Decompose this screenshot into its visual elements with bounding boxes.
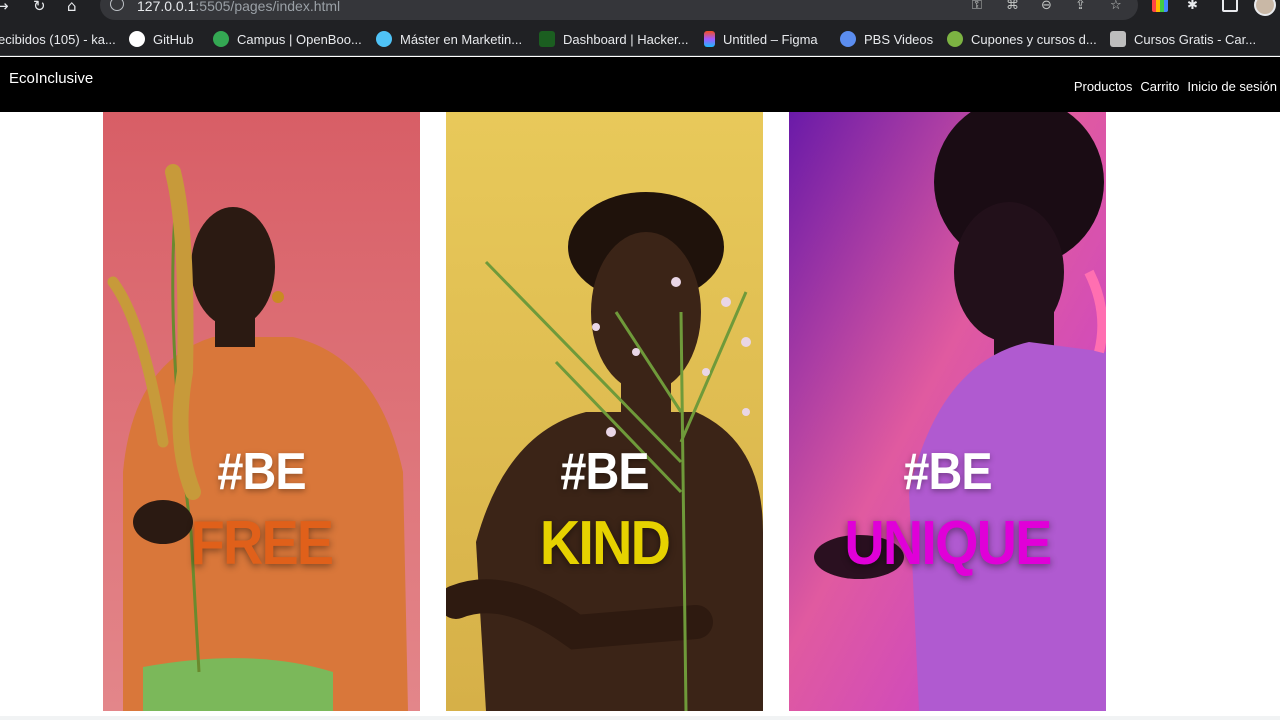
reload-icon[interactable]: ↻ — [33, 0, 46, 14]
campus-icon — [213, 31, 229, 47]
nav-productos[interactable]: Productos — [1074, 79, 1133, 94]
be-free-card[interactable]: #BE FREE — [103, 112, 420, 711]
zoom-out-icon[interactable]: ⊖ — [1041, 0, 1052, 13]
bookmark-item[interactable]: Cursos Gratis - Car... — [1110, 30, 1256, 48]
cupones-icon — [947, 31, 963, 47]
key-icon[interactable]: ⚿ — [972, 0, 982, 13]
bookmark-star-icon[interactable]: ☆ — [1110, 0, 1122, 13]
translate-icon[interactable]: ⌘ — [1006, 0, 1019, 13]
github-icon — [129, 31, 145, 47]
extension-color-icon[interactable] — [1152, 0, 1168, 12]
be-kind-image — [446, 112, 763, 711]
slogan-kind: KIND — [539, 509, 671, 578]
url-text[interactable]: 127.0.0.1:5505/pages/index.html — [137, 0, 340, 14]
page-bottom-edge — [0, 716, 1280, 720]
figma-icon — [704, 31, 715, 47]
site-header: EcoInclusive Productos Carrito Inicio de… — [0, 57, 1280, 112]
nav-inicio-sesion[interactable]: Inicio de sesión — [1187, 79, 1277, 94]
hashtag-be: #BE — [560, 443, 649, 501]
home-icon[interactable]: ⌂ — [67, 0, 77, 14]
bookmarks-bar: ecibidos (105) - ka... GitHub Campus | O… — [0, 22, 1280, 56]
profile-avatar[interactable] — [1254, 0, 1276, 16]
slogan-unique: UNIQUE — [844, 509, 1052, 578]
be-unique-image — [789, 112, 1106, 711]
slogan-free: FREE — [190, 509, 334, 578]
hashtag-be: #BE — [217, 443, 306, 501]
bookmark-item[interactable]: Dashboard | Hacker... — [539, 30, 689, 48]
extensions-puzzle-icon[interactable]: ✱ — [1187, 0, 1198, 13]
back-arrow-icon[interactable]: → — [0, 0, 9, 14]
bookmark-item[interactable]: Campus | OpenBoo... — [213, 30, 362, 48]
side-panel-icon[interactable] — [1222, 0, 1238, 12]
be-kind-card[interactable]: #BE KIND — [446, 112, 763, 711]
nav-carrito[interactable]: Carrito — [1140, 79, 1179, 94]
share-icon[interactable]: ⇪ — [1075, 0, 1086, 13]
main-nav: Productos Carrito Inicio de sesión — [1074, 79, 1277, 94]
browser-toolbar: → ↻ ⌂ 127.0.0.1:5505/pages/index.html ⚿ … — [0, 0, 1280, 22]
be-free-image — [103, 112, 420, 711]
bookmark-item[interactable]: ecibidos (105) - ka... — [0, 30, 116, 48]
bookmark-item[interactable]: Untitled – Figma — [704, 30, 818, 48]
brand-logo[interactable]: EcoInclusive — [9, 70, 93, 87]
bookmark-item[interactable]: GitHub — [129, 30, 193, 48]
bookmark-item[interactable]: Máster en Marketin... — [376, 30, 522, 48]
hackerrank-icon — [539, 31, 555, 47]
master-icon — [376, 31, 392, 47]
be-unique-card[interactable]: #BE UNIQUE — [789, 112, 1106, 711]
hashtag-be: #BE — [903, 443, 992, 501]
cursos-icon — [1110, 31, 1126, 47]
bookmark-item[interactable]: PBS Videos — [840, 30, 933, 48]
pbs-icon — [840, 31, 856, 47]
bookmark-item[interactable]: Cupones y cursos d... — [947, 30, 1097, 48]
